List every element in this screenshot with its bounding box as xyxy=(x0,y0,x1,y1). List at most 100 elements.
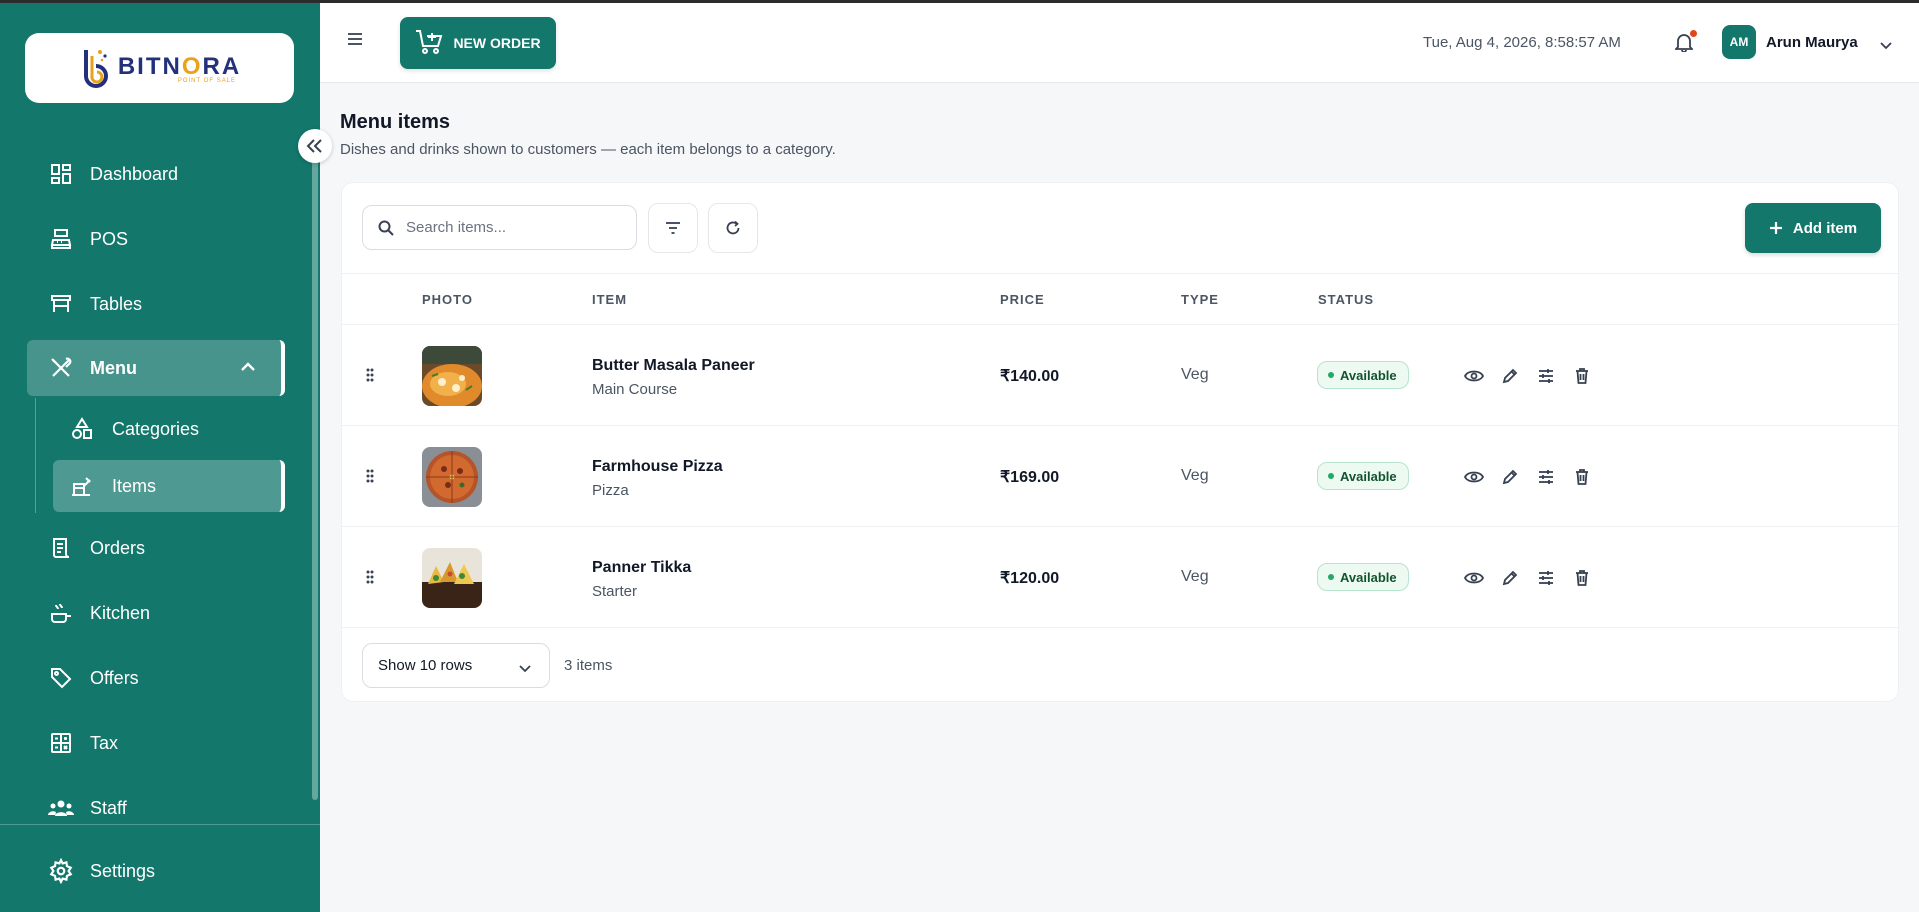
sidebar-item-tax[interactable]: Tax xyxy=(27,715,285,771)
user-name[interactable]: Arun Maurya xyxy=(1766,34,1858,51)
tag-icon xyxy=(45,662,77,694)
table-row[interactable]: Panner Tikka Starter ₹120.00 Veg Availab… xyxy=(342,527,1898,628)
sliders-icon[interactable] xyxy=(1535,365,1557,387)
item-type: Veg xyxy=(1181,568,1209,585)
eye-icon[interactable] xyxy=(1463,567,1485,589)
sidebar-item-label: Staff xyxy=(90,797,127,818)
sidebar-item-label: POS xyxy=(90,228,129,249)
new-order-label: NEW ORDER xyxy=(453,35,541,51)
sidebar-divider xyxy=(0,824,320,825)
brand-logo[interactable]: BITNORA POINT OF SALE xyxy=(25,33,294,103)
hamburger-menu-icon[interactable] xyxy=(347,32,363,51)
sidebar-item-label: Settings xyxy=(90,860,156,881)
column-header-price[interactable]: PRICE xyxy=(1000,292,1045,307)
collapse-sidebar-button[interactable] xyxy=(298,129,332,163)
sidebar-item-offers[interactable]: Offers xyxy=(27,650,285,706)
cash-register-icon xyxy=(45,223,77,255)
plus-icon xyxy=(1769,222,1782,234)
column-header-status[interactable]: STATUS xyxy=(1318,292,1374,307)
chevron-up-icon xyxy=(239,358,257,381)
item-category: Starter xyxy=(592,583,638,600)
sidebar-subitem-categories[interactable]: Categories xyxy=(53,403,285,455)
refresh-icon xyxy=(726,220,740,235)
table-row[interactable]: Farmhouse Pizza Pizza ₹169.00 Veg Availa… xyxy=(342,426,1898,527)
add-item-button[interactable]: Add item xyxy=(1745,203,1881,253)
pencil-icon[interactable] xyxy=(1499,567,1521,589)
sidebar-item-label: Tables xyxy=(90,293,143,314)
trash-icon[interactable] xyxy=(1571,365,1593,387)
drag-handle-icon[interactable] xyxy=(365,367,375,388)
drag-handle-icon[interactable] xyxy=(365,468,375,489)
top-header: NEW ORDER Tue, Aug 4, 2026, 8:58:57 AM A… xyxy=(320,3,1919,83)
item-name[interactable]: Farmhouse Pizza xyxy=(592,458,723,476)
sidebar-item-label: Menu xyxy=(90,357,137,378)
avatar[interactable]: AM xyxy=(1722,25,1756,59)
double-chevron-left-icon xyxy=(306,139,322,153)
rows-per-page-select[interactable]: Show 10 rows xyxy=(362,643,550,688)
sidebar-item-label: Dashboard xyxy=(90,163,179,184)
table-row[interactable]: Butter Masala Paneer Main Course ₹140.00… xyxy=(342,325,1898,426)
gear-icon xyxy=(45,855,77,887)
trash-icon[interactable] xyxy=(1571,466,1593,488)
pencil-icon[interactable] xyxy=(1499,466,1521,488)
status-badge: Available xyxy=(1317,462,1409,490)
eye-icon[interactable] xyxy=(1463,466,1485,488)
item-name[interactable]: Panner Tikka xyxy=(592,559,691,577)
sidebar-scrollbar[interactable] xyxy=(312,140,318,800)
column-header-item[interactable]: ITEM xyxy=(592,292,627,307)
status-dot xyxy=(1328,372,1334,378)
sidebar-item-pos[interactable]: POS xyxy=(27,211,285,267)
search-box[interactable] xyxy=(362,205,637,250)
sidebar-item-label: Orders xyxy=(90,537,146,558)
sidebar-item-tables[interactable]: Tables xyxy=(27,276,285,332)
status-label: Available xyxy=(1340,367,1397,383)
drag-handle-icon[interactable] xyxy=(365,569,375,590)
rows-per-page-label: Show 10 rows xyxy=(378,657,473,674)
refresh-button[interactable] xyxy=(708,203,758,253)
search-icon xyxy=(378,220,394,236)
cart-plus-icon xyxy=(415,29,443,58)
item-price: ₹169.00 xyxy=(1000,469,1060,486)
sidebar-item-kitchen[interactable]: Kitchen xyxy=(27,585,285,641)
users-icon xyxy=(45,792,77,824)
food-tray-icon xyxy=(67,471,97,501)
sidebar-item-menu[interactable]: Menu xyxy=(27,340,285,396)
eye-icon[interactable] xyxy=(1463,365,1485,387)
notification-dot xyxy=(1690,30,1697,37)
page-title: Menu items xyxy=(340,111,451,133)
trash-icon[interactable] xyxy=(1571,567,1593,589)
item-category: Main Course xyxy=(592,381,678,398)
status-label: Available xyxy=(1340,468,1397,484)
sidebar-item-staff[interactable]: Staff xyxy=(27,780,285,836)
table-header: PHOTO ITEM PRICE TYPE STATUS xyxy=(342,273,1898,325)
chevron-down-icon xyxy=(519,660,531,677)
filter-icon xyxy=(666,222,680,234)
kitchen-icon xyxy=(45,597,77,629)
item-photo xyxy=(422,346,482,406)
sliders-icon[interactable] xyxy=(1535,466,1557,488)
brand-tagline: POINT OF SALE xyxy=(177,77,237,84)
column-header-type[interactable]: TYPE xyxy=(1181,292,1219,307)
sidebar-subitem-items[interactable]: Items xyxy=(53,460,285,512)
chevron-down-icon[interactable] xyxy=(1880,37,1892,55)
sidebar-item-settings[interactable]: Settings xyxy=(27,843,285,899)
sidebar-subitem-label: Items xyxy=(112,475,157,496)
sidebar-item-orders[interactable]: Orders xyxy=(27,520,285,576)
utensils-icon xyxy=(45,352,77,384)
sidebar: BITNORA POINT OF SALE Dashboard POS Tabl… xyxy=(0,0,320,912)
new-order-button[interactable]: NEW ORDER xyxy=(400,17,556,69)
sidebar-item-label: Kitchen xyxy=(90,602,151,623)
search-input[interactable] xyxy=(406,219,606,236)
sidebar-item-label: Tax xyxy=(90,732,119,753)
sidebar-item-label: Offers xyxy=(90,667,139,688)
receipt-icon xyxy=(45,532,77,564)
item-name[interactable]: Butter Masala Paneer xyxy=(592,357,755,375)
calculator-icon xyxy=(45,727,77,759)
sliders-icon[interactable] xyxy=(1535,567,1557,589)
sidebar-item-dashboard[interactable]: Dashboard xyxy=(27,146,285,202)
pencil-icon[interactable] xyxy=(1499,365,1521,387)
filter-button[interactable] xyxy=(648,203,698,253)
status-badge: Available xyxy=(1317,361,1409,389)
logo-icon xyxy=(83,50,108,88)
item-photo xyxy=(422,447,482,507)
